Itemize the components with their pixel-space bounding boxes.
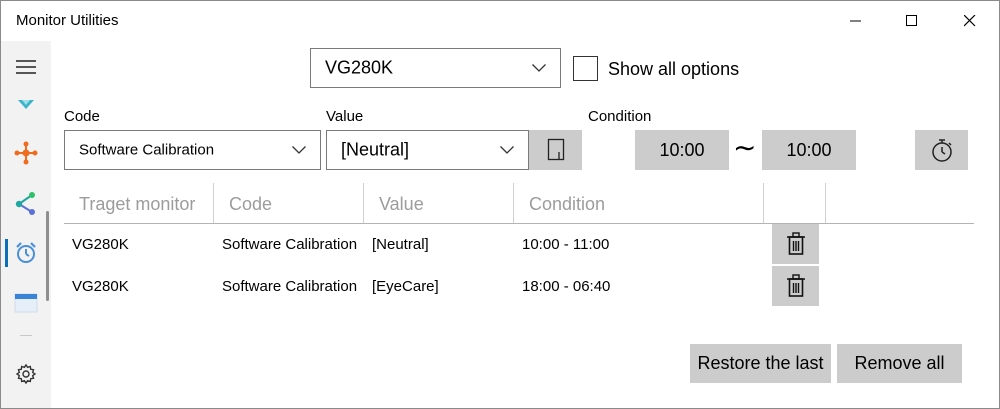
device-icon [547,138,564,161]
color-filter-icon [18,100,34,109]
app-window: Monitor Utilities VG280K Show all option… [0,0,1000,409]
device-button[interactable] [529,130,582,170]
alarm-clock-icon [16,242,36,263]
start-time-picker[interactable]: 10:00 [635,130,729,170]
delete-row-button[interactable] [772,266,819,306]
sidebar-item-nodes[interactable] [1,135,51,171]
sidebar [1,41,51,408]
column-divider [763,183,764,223]
main-panel: VG280K Show all options Code Value Condi… [51,41,999,408]
monitor-select[interactable]: VG280K [310,48,561,88]
column-header-code: Code [229,194,273,214]
cell-condition: 10:00 - 11:00 [522,236,610,253]
trash-icon [786,274,805,297]
chevron-down-icon [532,64,546,72]
time-range-separator: ∼ [733,132,757,163]
add-schedule-button[interactable] [915,130,968,170]
table-header-line [64,223,974,224]
cell-value: [EyeCare] [372,278,439,295]
close-button[interactable] [941,1,999,41]
start-time-value: 10:00 [659,139,705,160]
window-icon [14,293,38,313]
show-all-options-checkbox[interactable] [573,56,598,81]
code-select[interactable]: Software Calibration [64,130,321,170]
column-divider [513,183,514,223]
sidebar-menu-button[interactable] [1,49,51,85]
restore-last-label: Restore the last [697,353,824,373]
chevron-down-icon [500,146,514,154]
show-all-options-label: Show all options [608,59,740,79]
share-icon [15,192,35,215]
monitor-select-value: VG280K [325,57,394,78]
restore-last-button[interactable]: Restore the last [690,344,831,383]
remove-all-label: Remove all [854,353,945,373]
minimize-button[interactable] [827,1,885,41]
menu-icon [16,60,36,74]
cell-monitor: VG280K [72,236,129,253]
sidebar-item-share[interactable] [1,185,51,221]
end-time-value: 10:00 [786,139,832,160]
column-divider [825,183,826,223]
chevron-down-icon [292,146,306,154]
column-divider [363,183,364,223]
cell-monitor: VG280K [72,278,129,295]
stopwatch-icon [931,139,952,162]
sidebar-item-window[interactable] [1,285,51,321]
close-icon [964,15,976,27]
value-label: Value [326,108,364,125]
gear-icon [15,363,37,385]
condition-label: Condition [588,108,652,125]
cell-value: [Neutral] [372,236,429,253]
trash-icon [786,232,805,255]
maximize-icon [906,15,917,26]
window-title: Monitor Utilities [16,12,119,29]
network-nodes-icon [14,141,38,165]
sidebar-item-scheduler[interactable] [1,235,51,271]
delete-row-button[interactable] [772,224,819,264]
code-label: Code [64,108,100,125]
cell-code: Software Calibration [222,236,358,253]
maximize-button[interactable] [883,1,941,41]
value-select[interactable]: [Neutral] [326,130,529,170]
sidebar-separator [20,335,32,336]
sidebar-item-color[interactable] [1,89,51,119]
sidebar-item-settings[interactable] [1,356,51,392]
remove-all-button[interactable]: Remove all [837,344,962,383]
title-bar: Monitor Utilities [1,1,999,41]
code-select-value: Software Calibration [79,141,215,159]
column-header-condition: Condition [529,194,606,214]
column-divider [213,183,214,223]
column-header-target: Traget monitor [79,194,196,214]
value-select-value: [Neutral] [341,139,410,160]
cell-condition: 18:00 - 06:40 [522,278,611,295]
end-time-picker[interactable]: 10:00 [762,130,856,170]
minimize-icon [850,20,861,22]
cell-code: Software Calibration [222,278,358,295]
column-header-value: Value [379,194,424,214]
